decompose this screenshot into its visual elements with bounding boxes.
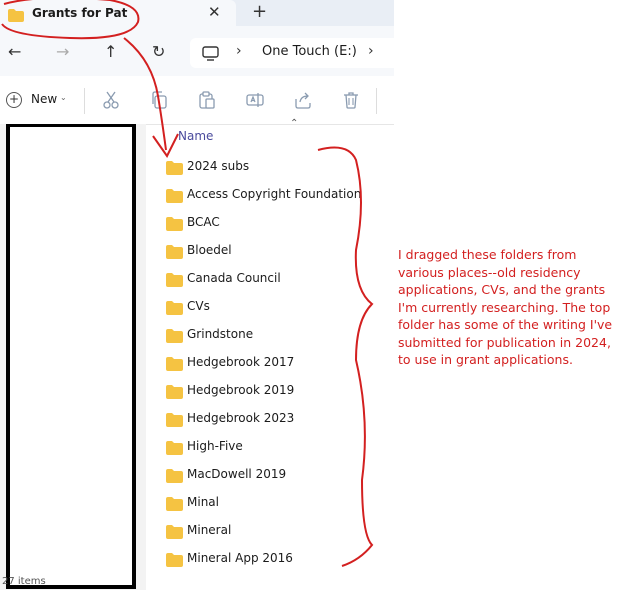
- item-name: Mineral: [187, 523, 232, 537]
- folder-icon: [166, 440, 183, 459]
- rename-icon[interactable]: [246, 91, 264, 109]
- copy-icon[interactable]: [150, 91, 168, 109]
- computer-icon: [202, 46, 219, 65]
- share-icon[interactable]: [294, 91, 312, 109]
- list-item[interactable]: High-Five: [166, 437, 366, 459]
- list-item[interactable]: Minal: [166, 493, 366, 515]
- list-item[interactable]: Hedgebrook 2023: [166, 409, 366, 431]
- up-button[interactable]: ↑: [104, 42, 117, 61]
- toolbar-divider: [376, 88, 377, 114]
- folder-icon: [166, 272, 183, 291]
- arrow-head-mark: [152, 133, 179, 158]
- folder-icon: [166, 216, 183, 235]
- list-item[interactable]: Bloedel: [166, 241, 366, 263]
- item-name: Hedgebrook 2023: [187, 411, 295, 425]
- toolbar-divider: [84, 88, 85, 114]
- folder-icon: [166, 188, 183, 207]
- tab-title: Grants for Pat: [32, 6, 128, 20]
- address-bar-row: ← → ↑ ↻ › One Touch (E:) ›: [0, 26, 394, 76]
- list-item[interactable]: MacDowell 2019: [166, 465, 366, 487]
- item-name: Canada Council: [187, 271, 281, 285]
- new-label: New: [31, 92, 58, 106]
- plus-icon: +: [6, 92, 22, 108]
- item-name: Mineral App 2016: [187, 551, 293, 565]
- item-name: Access Copyright Foundation: [187, 187, 362, 201]
- new-tab-button[interactable]: +: [252, 1, 267, 22]
- item-name: 2024 subs: [187, 159, 250, 173]
- paste-icon[interactable]: [198, 91, 216, 109]
- folder-icon: [166, 328, 183, 347]
- column-header-name[interactable]: Name: [178, 129, 213, 143]
- annotation-note: I dragged these folders from various pla…: [398, 247, 613, 367]
- address-box[interactable]: › One Touch (E:) ›: [190, 38, 394, 68]
- redacted-area: [6, 124, 136, 589]
- tab-grants-for-pat[interactable]: Grants for Pat ✕: [0, 0, 236, 26]
- status-item-count: 27 items: [2, 576, 46, 587]
- folder-icon: [8, 7, 24, 26]
- folder-icon: [166, 468, 183, 487]
- close-icon[interactable]: ✕: [208, 3, 221, 21]
- item-name: Minal: [187, 495, 219, 509]
- item-name: Hedgebrook 2017: [187, 355, 295, 369]
- list-item[interactable]: Mineral: [166, 521, 366, 543]
- list-item[interactable]: Grindstone: [166, 325, 366, 347]
- refresh-button[interactable]: ↻: [152, 42, 165, 61]
- folder-icon: [166, 524, 183, 543]
- item-name: BCAC: [187, 215, 220, 229]
- list-item[interactable]: Hedgebrook 2019: [166, 381, 366, 403]
- chevron-down-icon: ⌄: [60, 93, 67, 102]
- folder-icon: [166, 384, 183, 403]
- folder-icon: [166, 496, 183, 515]
- folder-icon: [166, 552, 183, 571]
- folder-icon: [166, 412, 183, 431]
- sort-ascending-icon[interactable]: ⌃: [290, 118, 298, 129]
- item-name: Grindstone: [187, 327, 254, 341]
- folder-icon: [166, 356, 183, 375]
- list-item[interactable]: 2024 subs: [166, 157, 366, 179]
- item-name: CVs: [187, 299, 210, 313]
- item-name: Bloedel: [187, 243, 232, 257]
- breadcrumb-chevron[interactable]: ›: [236, 43, 242, 59]
- tab-bar: Grants for Pat ✕ +: [0, 0, 394, 26]
- delete-icon[interactable]: [342, 91, 360, 109]
- breadcrumb-path[interactable]: One Touch (E:): [262, 44, 357, 59]
- list-item[interactable]: BCAC: [166, 213, 366, 235]
- forward-button[interactable]: →: [56, 42, 69, 61]
- item-name: High-Five: [187, 439, 243, 453]
- folder-icon: [166, 160, 183, 179]
- item-name: Hedgebrook 2019: [187, 383, 295, 397]
- folder-icon: [166, 244, 183, 263]
- list-item[interactable]: Access Copyright Foundation: [166, 185, 366, 207]
- list-item[interactable]: Hedgebrook 2017: [166, 353, 366, 375]
- list-item[interactable]: Canada Council: [166, 269, 366, 291]
- list-item[interactable]: CVs: [166, 297, 366, 319]
- list-item[interactable]: Mineral App 2016: [166, 549, 366, 571]
- item-name: MacDowell 2019: [187, 467, 287, 481]
- breadcrumb-chevron-end[interactable]: ›: [368, 43, 374, 59]
- cut-icon[interactable]: [102, 91, 120, 109]
- folder-icon: [166, 300, 183, 319]
- command-bar: + New ⌄: [0, 76, 394, 125]
- back-button[interactable]: ←: [8, 42, 21, 61]
